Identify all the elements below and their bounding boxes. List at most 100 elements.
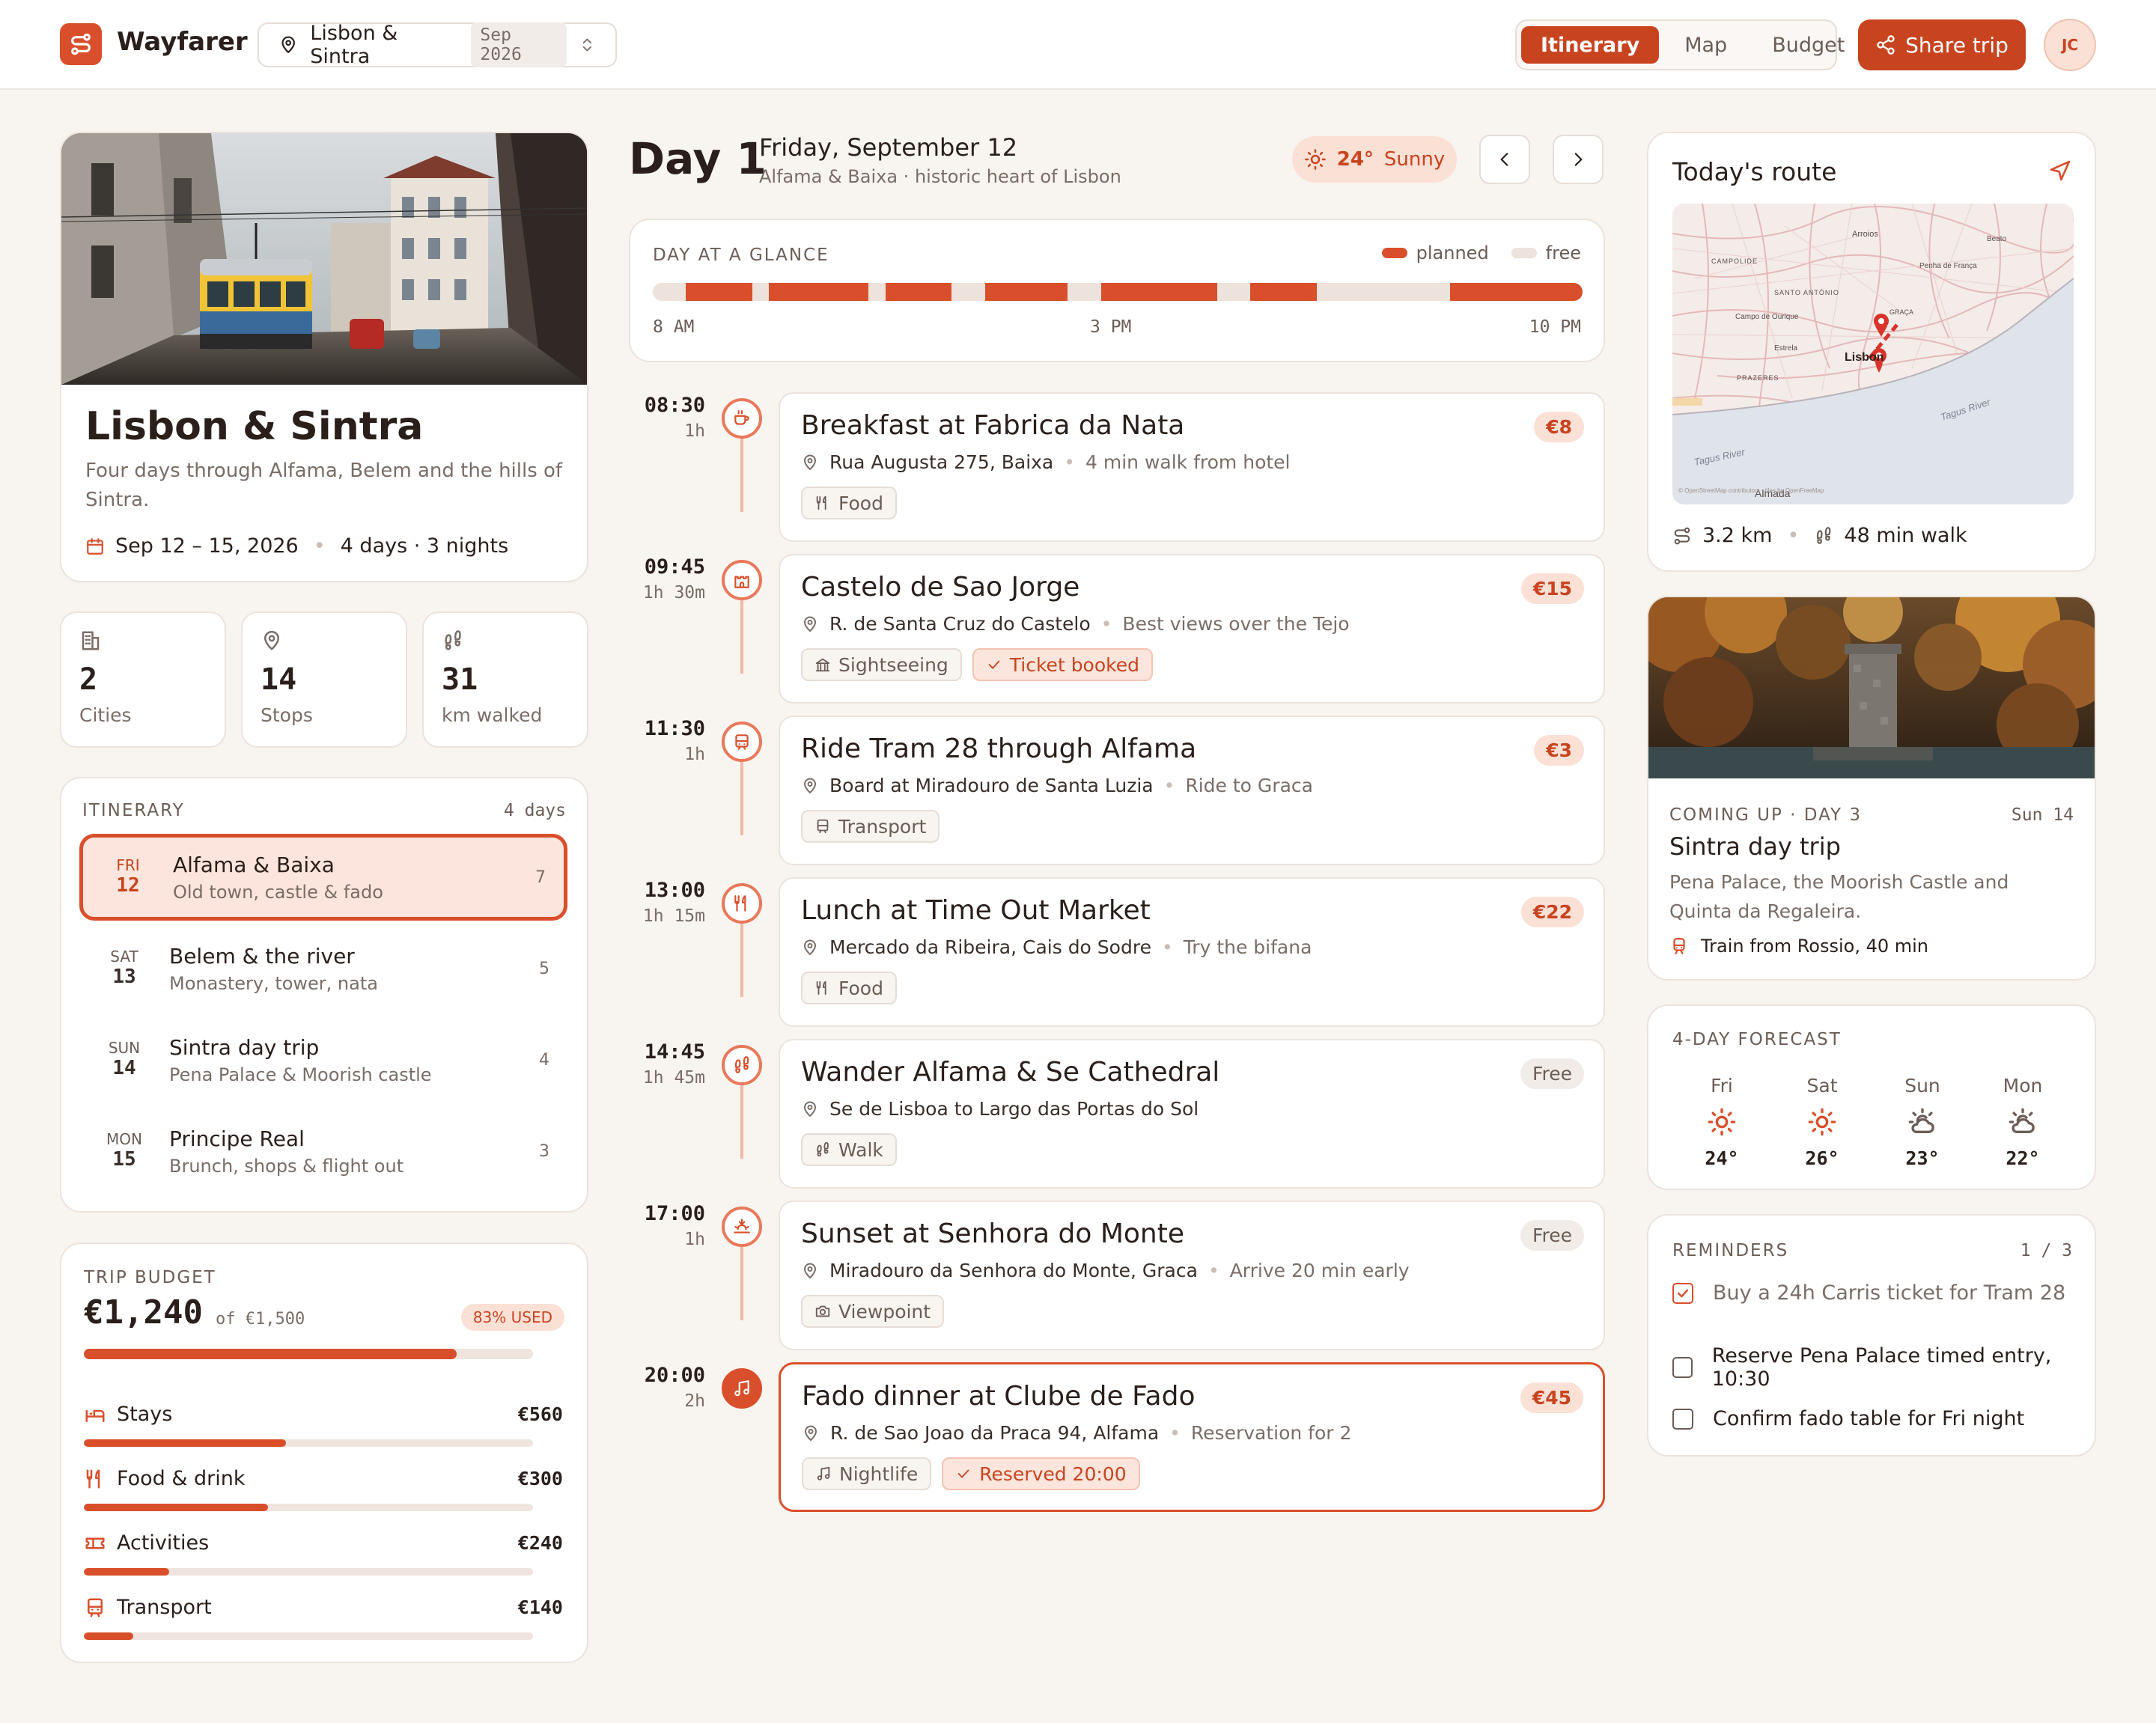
legend-free-swatch	[1511, 248, 1537, 258]
event-card[interactable]: Lunch at Time Out Market €22 Mercado da …	[779, 877, 1605, 1027]
category-label: Food & drink	[117, 1467, 246, 1490]
event-title: Wander Alfama & Se Cathedral	[801, 1057, 1220, 1088]
event-title: Castelo de Sao Jorge	[801, 572, 1080, 603]
share-trip-button[interactable]: Share trip	[1858, 19, 2026, 70]
forecast-temp: 22°	[2006, 1147, 2040, 1169]
tab-budget[interactable]: Budget	[1752, 26, 1864, 64]
map-label: Lisbon	[1845, 351, 1884, 364]
next-day-button[interactable]	[1553, 135, 1604, 184]
brand-name: Wayfarer	[117, 27, 248, 57]
transport-label: Train from Rossio, 40 min	[1701, 936, 1929, 957]
glance-title: DAY AT A GLANCE	[653, 246, 829, 265]
tab-itinerary[interactable]: Itinerary	[1521, 26, 1660, 64]
glance-planned-segment	[686, 283, 753, 301]
coming-up-card[interactable]: COMING UP · DAY 3 Sun 14 Sintra day trip…	[1647, 596, 2096, 981]
timeline-connector	[740, 1245, 743, 1320]
location-pin-icon	[805, 1425, 817, 1441]
checkbox-checked[interactable]	[1672, 1282, 1693, 1304]
tag-label: Ticket booked	[1009, 653, 1139, 676]
stat-value: 14	[261, 662, 297, 697]
footprints-icon	[1817, 526, 1831, 544]
weather-temp: 24°	[1336, 148, 1374, 171]
glance-legend: planned free	[1381, 243, 1581, 263]
itinerary-day-fri[interactable]: FRI 12 Alfama & Baixa Old town, castle & f…	[79, 834, 567, 921]
event-tag[interactable]: Walk	[801, 1133, 897, 1166]
category-bar	[84, 1504, 533, 1511]
event-tag[interactable]: Sightseeing	[801, 648, 962, 681]
trip-description: Four days through Alfama, Belem and the …	[85, 460, 563, 511]
sun-icon	[1708, 1108, 1736, 1136]
tag-label: Viewpoint	[838, 1300, 931, 1323]
avatar[interactable]: JC	[2044, 19, 2096, 71]
map-label: Campo de Ourique	[1735, 313, 1799, 321]
event-tag[interactable]: Transport	[801, 810, 940, 843]
itinerary-day-sat[interactable]: SAT 13 Belem & the river Monastery, tower,…	[79, 925, 567, 1012]
event-card[interactable]: Wander Alfama & Se Cathedral Free Se de …	[779, 1039, 1605, 1189]
itinerary-day-mon[interactable]: MON 15 Principe Real Brunch, shops & fligh…	[79, 1108, 567, 1195]
coming-up-date: Sun 14	[2011, 805, 2074, 825]
forecast-day-fri: Fri 24°	[1677, 1075, 1767, 1169]
view-tabs: Itinerary Map Budget	[1515, 19, 1845, 70]
event-card[interactable]: Castelo de Sao Jorge €15 R. de Santa Cru…	[779, 554, 1605, 704]
logo-icon[interactable]	[60, 23, 102, 65]
day-subtitle: Pena Palace & Moorish castle	[169, 1064, 432, 1085]
reminder-item[interactable]: Confirm fado table for Fri night	[1672, 1407, 2024, 1430]
event-location: Board at Miradouro de Santa Luzia	[829, 775, 1154, 796]
event-price: €3	[1534, 735, 1584, 766]
event-tag[interactable]: Viewpoint	[801, 1295, 945, 1328]
checkbox-unchecked[interactable]	[1672, 1408, 1693, 1430]
weather-pill: 24° Sunny	[1292, 136, 1457, 183]
footprints-icon	[445, 630, 461, 650]
event-location: Rua Augusta 275, Baixa	[829, 451, 1054, 473]
route-map[interactable]: Arroios Beato Penha de França CAMPOLIDE …	[1672, 204, 2074, 504]
event-card[interactable]: Breakfast at Fabrica da Nata €8 Rua Augu…	[779, 392, 1605, 542]
event-tag[interactable]: Food	[801, 487, 897, 519]
tab-map[interactable]: Map	[1665, 26, 1747, 64]
event-tag[interactable]: Nightlife	[802, 1457, 932, 1490]
tram-icon	[722, 722, 762, 762]
map-label: Estrela	[1774, 344, 1798, 353]
event-title: Sunset at Senhora do Monte	[801, 1219, 1185, 1249]
day-dow: SAT	[110, 948, 138, 966]
trip-duration: 4 days · 3 nights	[340, 534, 509, 558]
event-card[interactable]: Fado dinner at Clube de Fado €45 R. de S…	[779, 1362, 1605, 1512]
navigation-icon[interactable]	[2048, 159, 2072, 183]
stat-cities: 2 Cities	[60, 612, 226, 748]
category-label: Activities	[117, 1531, 210, 1555]
budget-title: TRIP BUDGET	[84, 1268, 216, 1287]
event-duration: 1h	[684, 421, 705, 441]
map-attribution: © OpenStreetMap contributors · tiles by …	[1678, 487, 1824, 494]
trip-title: Lisbon & Sintra	[85, 404, 424, 449]
reminder-item[interactable]: Reserve Pena Palace timed entry, 10:30	[1672, 1344, 2095, 1391]
castle-icon	[722, 560, 762, 600]
itinerary-day-sun[interactable]: SUN 14 Sintra day trip Pena Palace & Moori…	[79, 1016, 567, 1103]
prev-day-button[interactable]	[1479, 135, 1530, 184]
event-tag-reserved[interactable]: Reserved 20:00	[942, 1457, 1140, 1490]
timeline-connector	[740, 1084, 743, 1159]
budget-category-activities: Activities €240	[84, 1531, 563, 1576]
trip-selector[interactable]: Lisbon & Sintra Sep 2026	[258, 22, 617, 68]
event-time: 13:00	[644, 879, 705, 902]
category-amount: €240	[517, 1532, 563, 1554]
event-time-block: 20:00 2h	[627, 1364, 705, 1411]
event-card[interactable]: Sunset at Senhora do Monte Free Miradour…	[779, 1201, 1605, 1350]
budget-total: of €1,500	[216, 1310, 305, 1329]
stat-km: 31 km walked	[422, 612, 588, 748]
event-title: Lunch at Time Out Market	[801, 895, 1151, 926]
event-note: Ride to Graca	[1185, 775, 1313, 796]
event-tag[interactable]: Food	[801, 972, 897, 1004]
day-stop-count: 3	[539, 1141, 549, 1161]
glance-planned-segment	[1250, 283, 1318, 301]
share-icon	[1877, 35, 1895, 55]
reminder-item[interactable]: Buy a 24h Carris ticket for Tram 28	[1672, 1281, 2065, 1305]
route-distance: 3.2 km	[1702, 524, 1773, 547]
event-duration: 1h	[684, 1230, 705, 1249]
day-date: 13	[112, 966, 136, 989]
checkbox-unchecked[interactable]	[1672, 1357, 1693, 1378]
weather-condition: Sunny	[1383, 148, 1446, 171]
event-tag-booked[interactable]: Ticket booked	[972, 648, 1153, 681]
event-time-block: 08:30 1h	[627, 394, 705, 441]
event-card[interactable]: Ride Tram 28 through Alfama €3 Board at …	[779, 716, 1605, 865]
glance-planned-segment	[1449, 283, 1583, 301]
reminder-label: Buy a 24h Carris ticket for Tram 28	[1713, 1281, 2066, 1305]
